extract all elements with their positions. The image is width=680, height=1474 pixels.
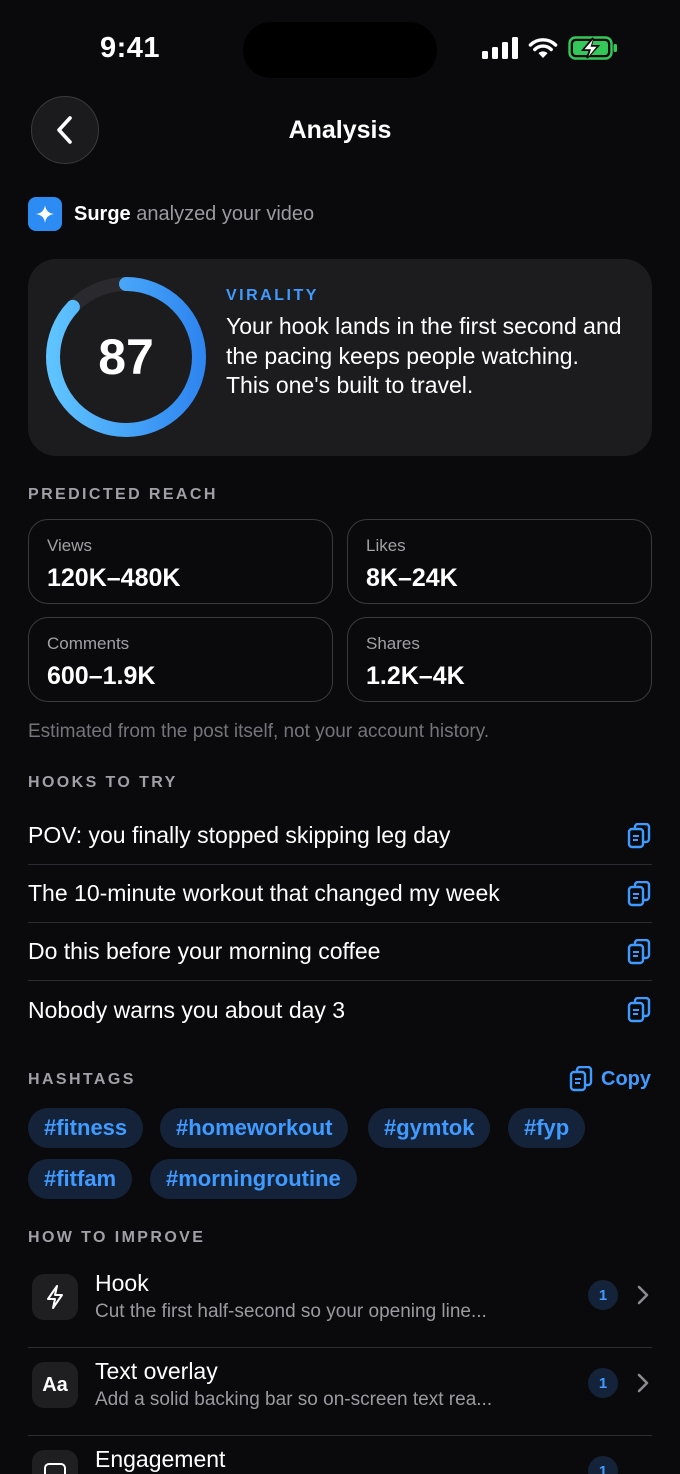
sparkle-icon bbox=[28, 197, 62, 231]
page-title: Analysis bbox=[288, 116, 392, 144]
surge-attribution: Surge analyzed your video bbox=[28, 197, 314, 231]
stat-value: 1.2K–4K bbox=[366, 662, 465, 690]
system-icons bbox=[482, 36, 618, 60]
stat-value: 120K–480K bbox=[47, 564, 181, 592]
lightning-icon bbox=[32, 1274, 78, 1320]
improve-title: Text overlay bbox=[95, 1358, 218, 1384]
stat-label: Comments bbox=[47, 634, 130, 653]
improve-item-hook[interactable]: Hook Cut the first half-second so your o… bbox=[28, 1260, 652, 1348]
hooks-label: HOOKS TO TRY bbox=[28, 774, 178, 791]
surge-name: Surge bbox=[74, 202, 131, 225]
hashtag-chip[interactable]: #gymtok bbox=[368, 1108, 491, 1148]
copy-icon[interactable] bbox=[626, 880, 652, 908]
cellular-signal-icon bbox=[482, 37, 518, 59]
stat-value: 600–1.9K bbox=[47, 662, 156, 690]
stat-card-likes: Likes 8K–24K bbox=[347, 519, 652, 604]
count-badge: 1 bbox=[588, 1280, 618, 1310]
copy-icon[interactable] bbox=[626, 996, 652, 1024]
hook-text: The 10-minute workout that changed my we… bbox=[28, 880, 500, 906]
hashtag-chip[interactable]: #fyp bbox=[508, 1108, 586, 1148]
improve-title: Engagement bbox=[95, 1446, 226, 1472]
copy-icon bbox=[569, 1066, 593, 1092]
hashtag-chip[interactable]: #homeworkout bbox=[160, 1108, 349, 1148]
stat-label: Shares bbox=[366, 634, 420, 653]
improve-desc: Cut the first half-second so your openin… bbox=[95, 1301, 487, 1322]
hook-text: Do this before your morning coffee bbox=[28, 938, 381, 964]
chevron-right-icon bbox=[637, 1285, 649, 1305]
dynamic-island bbox=[243, 22, 437, 78]
improve-item-engagement[interactable]: Engagement 1 bbox=[28, 1436, 652, 1474]
virality-label: VIRALITY bbox=[226, 287, 319, 304]
copy-icon[interactable] bbox=[626, 938, 652, 966]
hashtag-chip[interactable]: #fitness bbox=[28, 1108, 144, 1148]
stat-card-views: Views 120K–480K bbox=[28, 519, 333, 604]
hook-item[interactable]: POV: you finally stopped skipping leg da… bbox=[28, 807, 652, 865]
improve-item-text-overlay[interactable]: Aa Text overlay Add a solid backing bar … bbox=[28, 1348, 652, 1436]
improve-label: HOW TO IMPROVE bbox=[28, 1229, 206, 1246]
copy-label: Copy bbox=[601, 1067, 651, 1090]
reach-note: Estimated from the post itself, not your… bbox=[28, 721, 490, 742]
virality-description: Your hook lands in the first second and … bbox=[226, 313, 622, 398]
copy-icon[interactable] bbox=[626, 822, 652, 850]
hook-text: Nobody warns you about day 3 bbox=[28, 996, 346, 1023]
stat-value: 8K–24K bbox=[366, 564, 458, 592]
copy-hashtags-button[interactable]: Copy bbox=[569, 1066, 651, 1092]
hashtags-label: HASHTAGS bbox=[28, 1071, 136, 1088]
virality-card: 87 VIRALITY Your hook lands in the first… bbox=[28, 259, 652, 456]
status-bar: 9:41 bbox=[0, 0, 680, 96]
battery-charging-icon bbox=[568, 36, 617, 60]
stat-label: Views bbox=[47, 536, 93, 555]
improve-desc: Add a solid backing bar so on-screen tex… bbox=[95, 1389, 493, 1410]
text-aa-icon: Aa bbox=[32, 1362, 78, 1408]
count-badge: 1 bbox=[588, 1456, 618, 1474]
count-badge: 1 bbox=[588, 1368, 618, 1398]
stat-label: Likes bbox=[366, 536, 406, 555]
status-time: 9:41 bbox=[100, 32, 161, 64]
hook-item[interactable]: The 10-minute workout that changed my we… bbox=[28, 865, 652, 923]
chat-icon bbox=[32, 1450, 78, 1474]
predicted-reach-label: PREDICTED REACH bbox=[28, 486, 218, 503]
stat-card-comments: Comments 600–1.9K bbox=[28, 617, 333, 702]
nav-bar: Analysis bbox=[0, 96, 680, 166]
chevron-right-icon bbox=[637, 1373, 649, 1393]
hook-item[interactable]: Nobody warns you about day 3 bbox=[28, 981, 652, 1039]
surge-text: analyzed your video bbox=[136, 202, 315, 225]
stat-card-shares: Shares 1.2K–4K bbox=[347, 617, 652, 702]
hashtag-chip[interactable]: #fitfam bbox=[28, 1159, 133, 1199]
hook-item[interactable]: Do this before your morning coffee bbox=[28, 923, 652, 981]
improve-title: Hook bbox=[95, 1270, 149, 1296]
wifi-icon bbox=[528, 38, 558, 58]
virality-score: 87 bbox=[98, 329, 154, 385]
hashtag-chip[interactable]: #morningroutine bbox=[150, 1159, 357, 1199]
hook-text: POV: you finally stopped skipping leg da… bbox=[28, 822, 451, 848]
